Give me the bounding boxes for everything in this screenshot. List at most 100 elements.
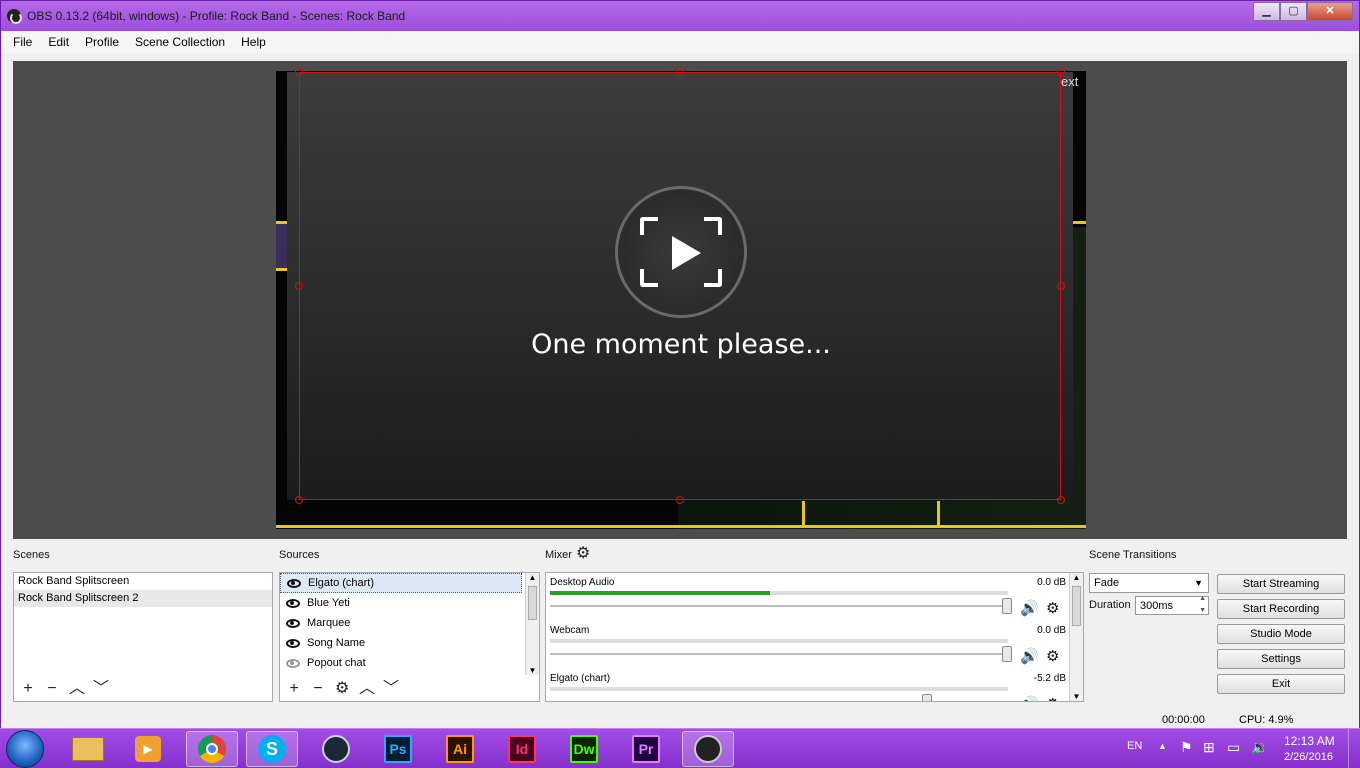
menu-edit[interactable]: Edit — [40, 35, 77, 49]
source-name: Song Name — [307, 637, 366, 649]
source-item[interactable]: Blue Yeti — [280, 593, 539, 613]
gear-icon[interactable]: ⚙ — [335, 681, 349, 697]
status-bar: 00:00:00 CPU: 4.9% — [1, 711, 1359, 729]
channel-db: 0.0 dB — [1037, 577, 1066, 588]
transitions-label: Scene Transitions — [1089, 549, 1177, 561]
volume-slider[interactable] — [550, 646, 1012, 662]
visibility-eye-icon[interactable] — [286, 638, 300, 648]
speaker-icon[interactable]: 🔊 — [1020, 599, 1039, 617]
visibility-eye-icon[interactable] — [287, 578, 301, 588]
move-up-icon[interactable]: ︿ — [69, 681, 85, 697]
mixer-channel: Webcam 0.0 dB 🔊 ⚙ — [550, 625, 1066, 671]
sources-label: Sources — [279, 549, 320, 561]
skype-taskbar-icon[interactable]: S — [246, 731, 298, 767]
exit-button[interactable]: Exit — [1217, 674, 1345, 694]
volume-slider[interactable] — [922, 694, 932, 701]
visibility-eye-icon[interactable] — [286, 618, 300, 628]
move-down-icon[interactable]: ﹀ — [383, 681, 399, 697]
source-item[interactable]: Popout chat — [280, 653, 539, 673]
volume-slider[interactable] — [550, 598, 1012, 614]
minimize-button[interactable]: ▁ — [1253, 2, 1280, 21]
overflow-text: ext — [1061, 74, 1079, 89]
start-recording-button[interactable]: Start Recording — [1217, 599, 1345, 619]
resize-handle[interactable] — [1057, 282, 1065, 290]
spin-arrows-icon[interactable]: ▲ ▼ — [1199, 593, 1206, 617]
photoshop-taskbar-icon[interactable]: Ps — [372, 731, 424, 767]
windows-logo-icon[interactable]: ⊞ — [1203, 739, 1215, 756]
close-button[interactable]: ✕ — [1307, 2, 1353, 21]
start-streaming-button[interactable]: Start Streaming — [1217, 574, 1345, 594]
windows-start-button[interactable] — [6, 730, 44, 768]
steam-taskbar-icon[interactable] — [310, 731, 362, 767]
duration-spinbox[interactable]: 300ms ▲ ▼ — [1135, 593, 1209, 617]
source-item[interactable]: Elgato (chart) — [280, 573, 522, 593]
menu-profile[interactable]: Profile — [77, 35, 127, 49]
mixer-scrollbar[interactable]: ▲ ▼ — [1069, 573, 1083, 701]
language-indicator[interactable]: EN — [1127, 740, 1142, 752]
resize-handle[interactable] — [295, 282, 303, 290]
obs-taskbar-icon[interactable] — [682, 731, 734, 767]
explorer-taskbar-icon[interactable] — [62, 731, 114, 767]
premiere-taskbar-icon[interactable]: Pr — [620, 731, 672, 767]
clock-time[interactable]: 12:13 AM — [1284, 734, 1335, 748]
resize-handle[interactable] — [676, 68, 684, 76]
show-hidden-icons[interactable]: ▲ — [1158, 741, 1167, 751]
network-icon[interactable]: ▭ — [1227, 739, 1240, 756]
menu-file[interactable]: File — [5, 35, 40, 49]
title-bar[interactable]: OBS 0.13.2 (64bit, windows) - Profile: R… — [1, 1, 1359, 31]
speaker-icon[interactable]: 🔊 — [1020, 647, 1039, 665]
mixer-gear-icon[interactable]: ⚙ — [576, 546, 590, 562]
clock-date[interactable]: 2/26/2016 — [1284, 751, 1333, 763]
indesign-taskbar-icon[interactable]: Id — [496, 731, 548, 767]
transition-select[interactable]: Fade ▼ — [1089, 573, 1209, 593]
taskbar: ▶ S Ps Ai Id Dw Pr EN ▲ ⚑ ⊞ ▭ 🔉 12:13 AM… — [0, 728, 1360, 768]
obs-window: OBS 0.13.2 (64bit, windows) - Profile: R… — [0, 0, 1360, 729]
window-title: OBS 0.13.2 (64bit, windows) - Profile: R… — [27, 9, 406, 23]
scene-item[interactable]: Rock Band Splitscreen 2 — [14, 590, 272, 607]
channel-name: Elgato (chart) — [550, 673, 611, 684]
move-down-icon[interactable]: ﹀ — [93, 681, 109, 697]
volume-meter — [550, 591, 1008, 595]
illustrator-taskbar-icon[interactable]: Ai — [434, 731, 486, 767]
move-up-icon[interactable]: ︿ — [359, 681, 375, 697]
maximize-button[interactable]: ▢ — [1280, 2, 1307, 21]
remove-icon[interactable]: − — [311, 681, 325, 697]
chrome-taskbar-icon[interactable] — [186, 731, 238, 767]
resize-handle[interactable] — [1057, 68, 1065, 76]
menu-help[interactable]: Help — [233, 35, 274, 49]
remove-icon[interactable]: − — [45, 681, 59, 697]
volume-meter — [550, 639, 1008, 643]
gear-icon[interactable]: ⚙ — [1046, 599, 1059, 617]
mixer-channel: Desktop Audio 0.0 dB 🔊 ⚙ — [550, 577, 1066, 623]
media-player-taskbar-icon[interactable]: ▶ — [122, 731, 174, 767]
stream-time: 00:00:00 — [1162, 714, 1205, 726]
source-item[interactable]: Marquee — [280, 613, 539, 633]
gear-icon[interactable]: ⚙ — [1046, 647, 1059, 665]
flag-icon[interactable]: ⚑ — [1180, 739, 1193, 756]
add-icon[interactable]: + — [21, 681, 35, 697]
gear-icon[interactable]: ⚙ — [1046, 695, 1059, 701]
resize-handle[interactable] — [295, 68, 303, 76]
resize-handle[interactable] — [1057, 496, 1065, 504]
menu-scene-collection[interactable]: Scene Collection — [127, 35, 233, 49]
speaker-icon[interactable]: 🔊 — [1020, 695, 1039, 701]
hidden-eye-icon[interactable] — [286, 658, 300, 668]
source-selection-box[interactable] — [299, 72, 1061, 500]
duration-value: 300ms — [1140, 600, 1174, 612]
dreamweaver-taskbar-icon[interactable]: Dw — [558, 731, 610, 767]
resize-handle[interactable] — [295, 496, 303, 504]
volume-icon[interactable]: 🔉 — [1251, 739, 1268, 756]
settings-button[interactable]: Settings — [1217, 649, 1345, 669]
channel-name: Desktop Audio — [550, 577, 615, 588]
studio-mode-button[interactable]: Studio Mode — [1217, 624, 1345, 644]
sources-scrollbar[interactable]: ▲ ▼ — [525, 573, 539, 675]
source-item[interactable]: Song Name — [280, 633, 539, 653]
source-name: Marquee — [307, 617, 351, 629]
show-desktop-button[interactable] — [1348, 729, 1360, 768]
chevron-down-icon: ▼ — [1194, 578, 1203, 588]
scene-item[interactable]: Rock Band Splitscreen — [14, 573, 272, 590]
resize-handle[interactable] — [676, 496, 684, 504]
source-name: Blue Yeti — [307, 597, 350, 609]
visibility-eye-icon[interactable] — [286, 598, 300, 608]
add-icon[interactable]: + — [287, 681, 301, 697]
